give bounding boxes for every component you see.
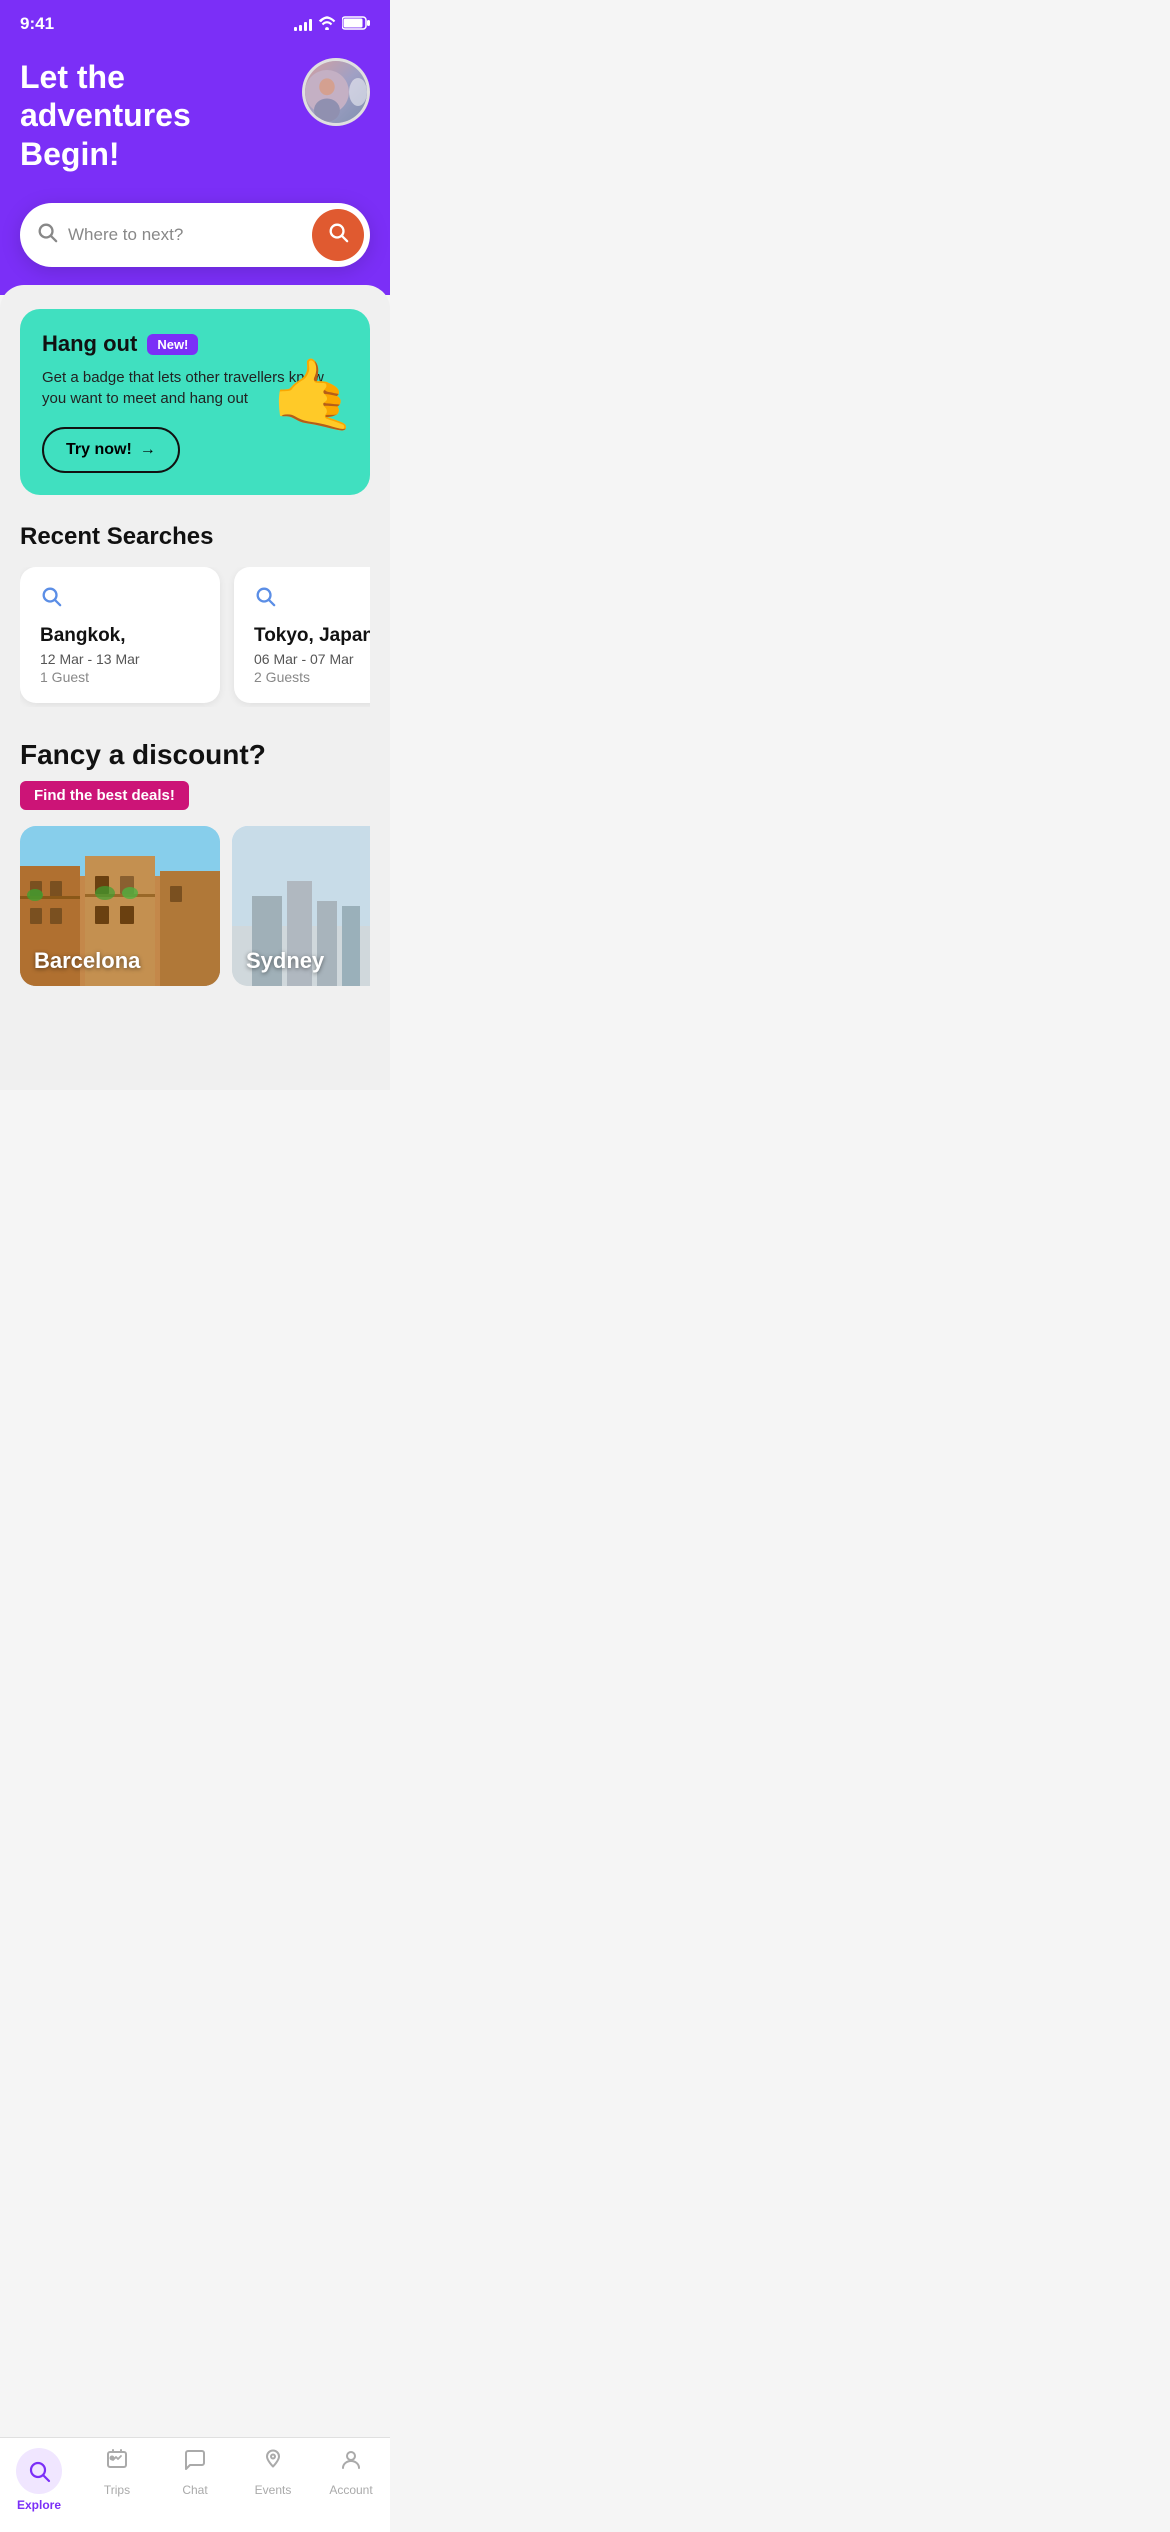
hangout-title-row: Hang out New! — [42, 331, 340, 357]
search-card-guests-bangkok: 1 Guest — [40, 669, 200, 685]
hangout-emoji: 🤙 — [271, 360, 358, 430]
search-button[interactable] — [312, 209, 364, 261]
try-now-button[interactable]: Try now! → — [42, 427, 180, 473]
discount-card-barcelona[interactable]: Barcelona — [20, 826, 220, 986]
bottom-nav: Explore Trips Chat Even — [0, 2437, 390, 2532]
nav-item-chat[interactable]: Chat — [165, 2448, 225, 2512]
nav-label-account: Account — [329, 2483, 372, 2497]
hangout-card: Hang out New! Get a badge that lets othe… — [20, 309, 370, 495]
hangout-title: Hang out — [42, 331, 137, 357]
search-card-icon-tokyo — [254, 585, 370, 613]
explore-icon — [16, 2448, 62, 2494]
events-icon — [261, 2448, 285, 2479]
discount-card-label-sydney: Sydney — [246, 948, 324, 974]
header: Let the adventures Begin! — [0, 42, 390, 203]
signal-icon — [294, 17, 312, 31]
search-card-dates-tokyo: 06 Mar - 07 Mar — [254, 651, 370, 667]
search-section: Where to next? — [0, 203, 390, 295]
nav-label-trips: Trips — [104, 2483, 130, 2497]
status-icons — [294, 16, 370, 33]
try-now-arrow: → — [140, 441, 156, 459]
nav-item-explore[interactable]: Explore — [9, 2448, 69, 2512]
wifi-icon — [318, 16, 336, 33]
search-button-icon — [327, 221, 349, 249]
discount-title: Fancy a discount? — [20, 739, 370, 771]
discount-card-sydney[interactable]: Sydney — [232, 826, 370, 986]
avatar — [302, 58, 370, 126]
battery-icon — [342, 16, 370, 33]
nav-label-events: Events — [255, 2483, 292, 2497]
main-content: Hang out New! Get a badge that lets othe… — [0, 285, 390, 1090]
nav-label-chat: Chat — [182, 2483, 207, 2497]
recent-search-card-bangkok[interactable]: Bangkok, 12 Mar - 13 Mar 1 Guest — [20, 567, 220, 703]
new-badge: New! — [147, 334, 198, 355]
trips-icon — [105, 2448, 129, 2479]
status-bar: 9:41 — [0, 0, 390, 42]
search-card-city-tokyo: Tokyo, Japan — [254, 625, 370, 647]
search-icon-left — [36, 221, 58, 249]
recent-searches-title: Recent Searches — [20, 523, 370, 551]
search-card-dates-bangkok: 12 Mar - 13 Mar — [40, 651, 200, 667]
discount-images-row: Barcelona Sydney — [20, 826, 370, 990]
search-card-guests-tokyo: 2 Guests — [254, 669, 370, 685]
best-deals-badge: Find the best deals! — [20, 781, 189, 810]
nav-item-events[interactable]: Events — [243, 2448, 303, 2512]
header-title: Let the adventures Begin! — [20, 58, 280, 173]
discount-card-label-barcelona: Barcelona — [34, 948, 140, 974]
search-card-city-bangkok: Bangkok, — [40, 625, 200, 647]
nav-item-account[interactable]: Account — [321, 2448, 381, 2512]
nav-item-trips[interactable]: Trips — [87, 2448, 147, 2512]
search-input-placeholder[interactable]: Where to next? — [68, 225, 302, 245]
recent-search-card-tokyo[interactable]: Tokyo, Japan 06 Mar - 07 Mar 2 Guests — [234, 567, 370, 703]
chat-icon — [183, 2448, 207, 2479]
account-icon — [339, 2448, 363, 2479]
search-card-icon-bangkok — [40, 585, 200, 613]
status-time: 9:41 — [20, 14, 54, 34]
try-now-label: Try now! — [66, 441, 132, 459]
recent-searches-row: Bangkok, 12 Mar - 13 Mar 1 Guest Tokyo, … — [20, 567, 370, 707]
avatar-image — [305, 61, 367, 123]
nav-label-explore: Explore — [17, 2498, 61, 2512]
search-bar[interactable]: Where to next? — [20, 203, 370, 267]
